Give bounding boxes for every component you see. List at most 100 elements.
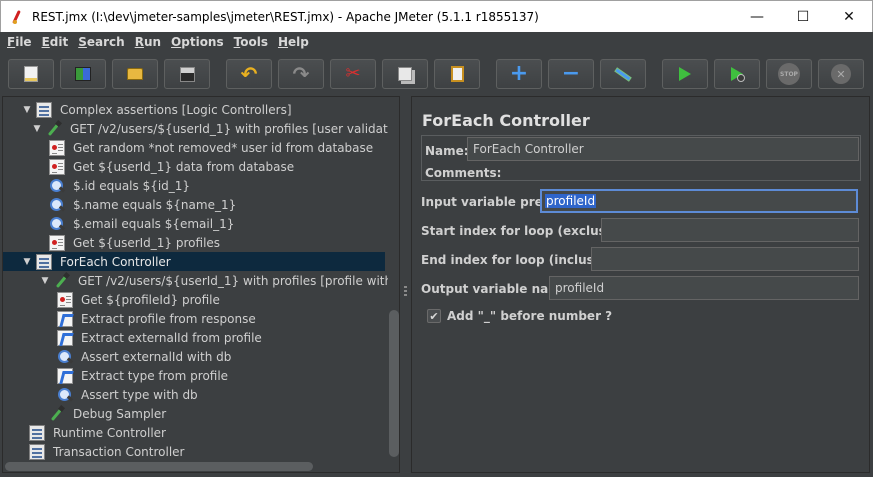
menu-label-rest: ools	[240, 35, 268, 49]
menu-run[interactable]: Run	[130, 32, 166, 52]
start-index-field[interactable]	[601, 218, 859, 242]
toggle-button[interactable]	[600, 59, 646, 89]
menu-mnemonic: H	[277, 35, 289, 49]
jdbc-icon	[49, 139, 65, 156]
tree-item[interactable]: $.email equals ${email_1}	[49, 214, 237, 233]
end-index-label: End index for loop (inclusive)	[421, 253, 620, 267]
menu-label-rest: elp	[288, 35, 309, 49]
expand-toggle-icon[interactable]: ▼	[21, 256, 33, 268]
tree-item-label: Extract externalId from profile	[81, 330, 262, 345]
tree-item[interactable]: ▼ Complex assertions [Logic Controllers]	[21, 100, 295, 119]
tree-item[interactable]: Extract externalId from profile	[57, 328, 265, 347]
start-icon	[676, 65, 694, 83]
tree-item[interactable]: Assert type with db	[57, 385, 201, 404]
tree-item[interactable]: Get ${profileId} profile	[57, 290, 223, 309]
minimize-button[interactable]: —	[734, 1, 780, 32]
menu-mnemonic: R	[134, 35, 144, 49]
foreach-controller-panel: ForEach Controller Name: ForEach Control…	[411, 96, 870, 473]
start-index-label: Start index for loop (exclusive)	[421, 224, 632, 238]
assertion-icon	[49, 197, 65, 213]
templates-button[interactable]	[60, 59, 106, 89]
tree-item-label: Extract type from profile	[81, 368, 229, 383]
tree-item[interactable]: Extract profile from response	[57, 309, 259, 328]
tree-item[interactable]: ▼ ForEach Controller	[21, 252, 174, 271]
menu-search[interactable]: Search	[73, 32, 129, 52]
expand-toggle-icon[interactable]: ▼	[31, 123, 43, 135]
menu-options[interactable]: Options	[166, 32, 229, 52]
copy-button[interactable]	[382, 59, 428, 89]
output-var-label: Output variable name	[421, 282, 569, 296]
tree-item-label: Transaction Controller	[53, 444, 185, 459]
menu-edit[interactable]: Edit	[37, 32, 74, 52]
tree-item[interactable]: Runtime Controller	[29, 423, 169, 442]
sampler-icon	[49, 406, 65, 422]
tree-item[interactable]: Transaction Controller	[29, 442, 188, 461]
shutdown-button[interactable]: ✕	[818, 59, 864, 89]
start-no-pauses-button[interactable]	[714, 59, 760, 89]
window-title: REST.jmx (I:\dev\jmeter-samples\jmeter\R…	[32, 9, 539, 24]
stop-icon: STOP	[778, 63, 800, 85]
jdbc-icon	[49, 158, 65, 175]
tree-item-label: Get ${profileId} profile	[81, 292, 220, 307]
menu-file[interactable]: File	[2, 32, 37, 52]
tree-item[interactable]: Get ${userId_1} profiles	[49, 233, 223, 252]
start-button[interactable]	[662, 59, 708, 89]
save-icon	[178, 65, 196, 83]
window-titlebar: REST.jmx (I:\dev\jmeter-samples\jmeter\R…	[0, 0, 873, 32]
controller-icon	[36, 101, 52, 118]
test-plan-tree[interactable]: ▼ Complex assertions [Logic Controllers] ▼…	[2, 96, 400, 473]
expand-toggle-icon[interactable]: ▼	[39, 275, 51, 287]
minimize-icon: —	[750, 8, 764, 25]
tree-item[interactable]: Get ${userId_1} data from database	[49, 157, 297, 176]
close-window-button[interactable]: ✕	[826, 1, 872, 32]
menu-tools[interactable]: Tools	[229, 32, 273, 52]
tree-item[interactable]: $.id equals ${id_1}	[49, 176, 193, 195]
tree-vscroll-thumb[interactable]	[389, 310, 399, 457]
tree-hscroll-thumb[interactable]	[5, 462, 313, 471]
tree-horizontal-scrollbar[interactable]	[3, 461, 388, 472]
output-var-field[interactable]: profileId	[549, 276, 859, 300]
paste-icon	[448, 65, 466, 83]
tree-item[interactable]: Extract type from profile	[57, 366, 231, 385]
menu-mnemonic: S	[78, 35, 87, 49]
open-button[interactable]	[112, 59, 158, 89]
add-underscore-checkbox[interactable]: ✔	[427, 309, 441, 323]
name-label: Name:	[425, 144, 469, 158]
assertion-icon	[57, 349, 73, 365]
menu-help[interactable]: Help	[273, 32, 314, 52]
revert-button[interactable]: ↶	[226, 59, 272, 89]
cut-button[interactable]: ✂	[330, 59, 376, 89]
revert-icon: ↶	[240, 62, 258, 86]
tree-item[interactable]: Assert externalId with db	[57, 347, 234, 366]
maximize-icon: ☐	[796, 8, 810, 25]
tree-item-label: ForEach Controller	[57, 253, 174, 270]
tree-item[interactable]: ▼ GET /v2/users/${userId_1} with profiles…	[39, 271, 399, 290]
paste-button[interactable]	[434, 59, 480, 89]
divider-grip-icon	[404, 286, 407, 298]
stop-button[interactable]: STOP	[766, 59, 812, 89]
tree-item-label: Runtime Controller	[53, 425, 166, 440]
menu-label-rest: dit	[49, 35, 69, 49]
cut-icon: ✂	[345, 63, 361, 84]
collapse-all-button[interactable]: −	[548, 59, 594, 89]
end-index-field[interactable]	[591, 247, 859, 271]
input-prefix-field[interactable]: profileId	[540, 189, 858, 213]
tree-item-label: Assert externalId with db	[81, 349, 232, 364]
menu-mnemonic: F	[7, 35, 16, 49]
save-button[interactable]	[164, 59, 210, 89]
redo-button[interactable]: ↷	[278, 59, 324, 89]
menu-bar: File Edit Search Run Options Tools Help	[0, 32, 873, 52]
tree-item[interactable]: ▼ GET /v2/users/${userId_1} with profiles…	[31, 119, 399, 138]
new-button[interactable]	[8, 59, 54, 89]
tree-item[interactable]: Debug Sampler	[49, 404, 169, 423]
tree-item[interactable]: $.name equals ${name_1}	[49, 195, 239, 214]
expand-all-button[interactable]: +	[496, 59, 542, 89]
add-underscore-option[interactable]: ✔ Add "_" before number ?	[427, 309, 612, 323]
tree-vertical-scrollbar[interactable]	[388, 97, 399, 459]
expand-toggle-icon[interactable]: ▼	[21, 104, 33, 116]
split-pane-divider[interactable]	[401, 96, 411, 473]
maximize-button[interactable]: ☐	[780, 1, 826, 32]
name-field[interactable]: ForEach Controller	[467, 137, 859, 161]
tree-item[interactable]: Get random *not removed* user id from da…	[49, 138, 376, 157]
start-no-timers-icon	[728, 65, 746, 83]
